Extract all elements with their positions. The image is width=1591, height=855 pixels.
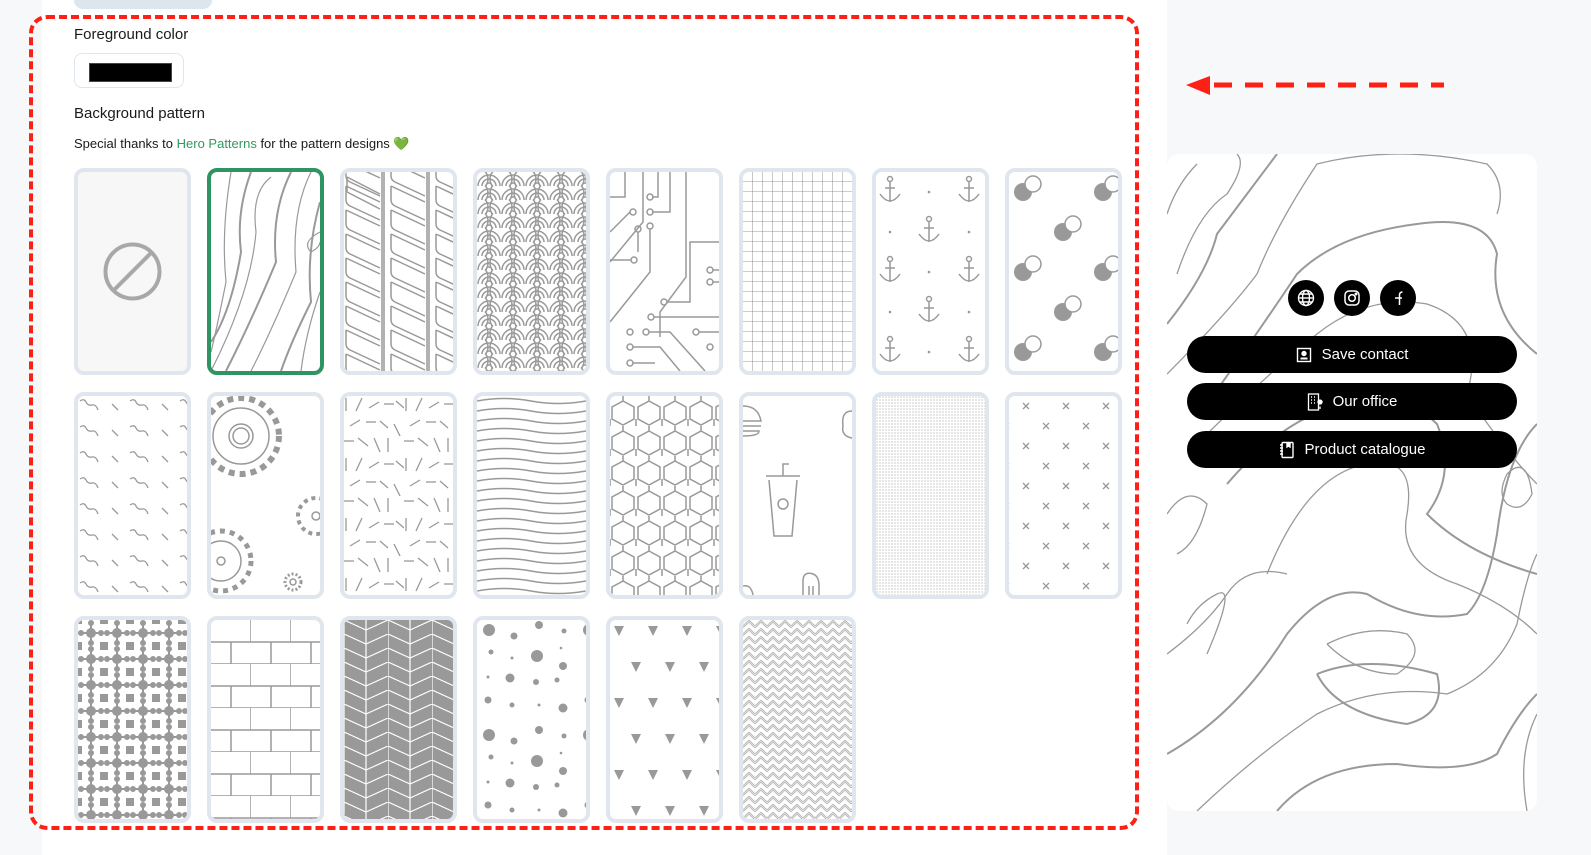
instagram-icon — [1344, 290, 1360, 306]
gears-pattern — [211, 396, 320, 594]
foreground-color-label: Foreground color — [74, 26, 189, 43]
pattern-option-graph-paper[interactable] — [739, 168, 856, 375]
pattern-grid — [74, 168, 1122, 823]
herringbone-pattern — [344, 620, 453, 819]
pattern-option-crosses[interactable] — [1005, 392, 1122, 599]
pattern-option-circuit-board[interactable] — [606, 168, 723, 375]
anchors-pattern — [876, 172, 985, 371]
social-facebook-button[interactable] — [1380, 280, 1416, 316]
bubbles-pattern — [1009, 172, 1118, 371]
contact-card-icon — [1296, 347, 1311, 362]
facebook-icon — [1395, 291, 1403, 305]
japanese-waves-pattern — [477, 172, 586, 371]
pattern-option-food[interactable] — [739, 392, 856, 599]
molecules-pattern — [78, 620, 187, 819]
pattern-option-bricks[interactable] — [207, 616, 324, 823]
pattern-option-leaf[interactable] — [340, 168, 457, 375]
pattern-option-squiggles[interactable] — [74, 392, 191, 599]
no-pattern-icon — [103, 242, 162, 301]
scattered-lines-pattern — [344, 396, 453, 595]
topography-background — [1167, 154, 1537, 811]
crosses-pattern — [1009, 396, 1118, 595]
circuit-board-pattern — [610, 172, 719, 371]
pattern-option-triangles[interactable] — [606, 616, 723, 823]
globe-icon — [1297, 289, 1315, 307]
save-contact-button[interactable]: Save contact — [1187, 336, 1517, 373]
background-pattern-label: Background pattern — [74, 105, 205, 122]
tiny-dots-pattern — [876, 396, 985, 595]
pattern-option-bubbles[interactable] — [1005, 168, 1122, 375]
pattern-option-none[interactable] — [74, 168, 191, 375]
our-office-button[interactable]: Our office — [1187, 383, 1517, 420]
bricks-pattern — [211, 620, 320, 819]
pattern-option-herringbone[interactable] — [340, 616, 457, 823]
leaf-pattern — [345, 172, 453, 371]
card-preview: Save contact Our office Product catalogu… — [1167, 154, 1537, 811]
food-pattern — [743, 405, 852, 595]
product-catalogue-label: Product catalogue — [1304, 441, 1426, 458]
notebook-icon — [1279, 441, 1294, 458]
foreground-color-picker[interactable] — [74, 53, 184, 88]
polka-dots-pattern — [477, 620, 586, 819]
top-tab[interactable] — [74, 0, 212, 9]
pattern-option-hexagons[interactable] — [606, 392, 723, 599]
credits-prefix: Special thanks to — [74, 136, 177, 151]
pattern-option-japanese-waves[interactable] — [473, 168, 590, 375]
topography-pattern — [211, 172, 320, 371]
pattern-option-anchors[interactable] — [872, 168, 989, 375]
wavy-lines-pattern — [477, 396, 586, 595]
social-website-button[interactable] — [1288, 280, 1324, 316]
pattern-option-wavy-lines[interactable] — [473, 392, 590, 599]
squiggles-pattern — [78, 396, 187, 595]
pattern-option-molecules[interactable] — [74, 616, 191, 823]
pattern-option-polka-dots[interactable] — [473, 616, 590, 823]
pattern-option-tiny-dots[interactable] — [872, 392, 989, 599]
save-contact-label: Save contact — [1321, 346, 1409, 363]
our-office-label: Our office — [1332, 393, 1398, 410]
social-links — [1167, 280, 1537, 316]
heart-icon: 💚 — [393, 136, 410, 151]
color-swatch — [89, 63, 172, 82]
pattern-option-scattered-lines[interactable] — [340, 392, 457, 599]
office-building-icon — [1307, 392, 1323, 411]
hexagons-pattern — [610, 396, 719, 595]
credits-suffix: for the pattern designs — [256, 136, 394, 151]
zigzag-pattern — [743, 620, 852, 819]
social-instagram-button[interactable] — [1334, 280, 1370, 316]
pattern-option-gears[interactable] — [207, 392, 324, 599]
annotation-arrow-icon — [1186, 76, 1444, 95]
triangles-pattern — [610, 620, 719, 819]
pattern-option-topography[interactable] — [207, 168, 324, 375]
pattern-credits: Special thanks to Hero Patterns for the … — [74, 136, 410, 152]
pattern-option-zigzag[interactable] — [739, 616, 856, 823]
product-catalogue-button[interactable]: Product catalogue — [1187, 431, 1517, 468]
graph-paper-pattern — [743, 172, 852, 371]
hero-patterns-link[interactable]: Hero Patterns — [177, 136, 257, 151]
